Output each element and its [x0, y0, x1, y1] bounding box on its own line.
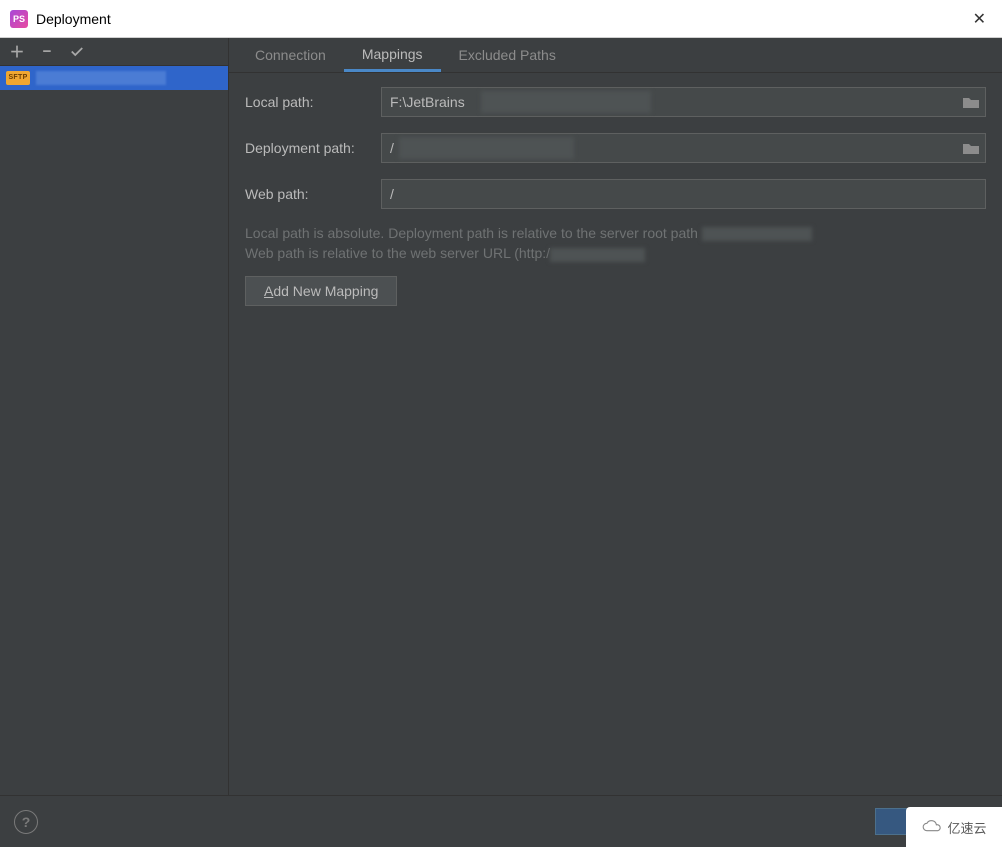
server-list: SFTP — [0, 66, 228, 795]
web-path-label: Web path: — [245, 186, 381, 202]
close-icon[interactable]: ✕ — [967, 7, 992, 31]
tab-connection[interactable]: Connection — [237, 38, 344, 72]
server-item[interactable]: SFTP — [0, 66, 228, 90]
browse-deployment-path-icon[interactable] — [962, 141, 980, 155]
mappings-form: Local path: Deployment path: — [229, 73, 1002, 320]
bottom-bar: ? OK — [0, 795, 1002, 847]
window-title: Deployment — [36, 11, 967, 27]
local-path-row: Local path: — [245, 87, 986, 117]
add-server-icon[interactable]: ＋ — [10, 45, 24, 59]
app-icon: PS — [10, 10, 28, 28]
web-path-row: Web path: — [245, 179, 986, 209]
local-path-input[interactable] — [381, 87, 986, 117]
deployment-path-label: Deployment path: — [245, 140, 381, 156]
titlebar: PS Deployment ✕ — [0, 0, 1002, 38]
apply-icon[interactable] — [70, 45, 84, 59]
main-area: ＋ − SFTP Connection Mappings Excluded Pa… — [0, 38, 1002, 795]
watermark-text: 亿速云 — [947, 818, 986, 837]
tab-mappings[interactable]: Mappings — [344, 38, 441, 72]
sidebar: ＋ − SFTP — [0, 38, 229, 795]
browse-local-path-icon[interactable] — [962, 95, 980, 109]
tabs: Connection Mappings Excluded Paths — [229, 38, 1002, 73]
watermark: 亿速云 — [906, 807, 1002, 847]
local-path-label: Local path: — [245, 94, 381, 110]
sidebar-toolbar: ＋ − — [0, 38, 228, 66]
cloud-icon — [921, 819, 943, 835]
tab-excluded-paths[interactable]: Excluded Paths — [441, 38, 574, 72]
server-type-badge: SFTP — [6, 71, 30, 85]
content: Connection Mappings Excluded Paths Local… — [229, 38, 1002, 795]
mappings-help-text: Local path is absolute. Deployment path … — [245, 223, 986, 264]
remove-server-icon[interactable]: − — [40, 45, 54, 59]
add-new-mapping-button[interactable]: Add New Mapping — [245, 276, 397, 306]
deployment-path-row: Deployment path: — [245, 133, 986, 163]
help-icon[interactable]: ? — [14, 810, 38, 834]
web-path-input[interactable] — [381, 179, 986, 209]
server-name-label — [36, 71, 166, 85]
